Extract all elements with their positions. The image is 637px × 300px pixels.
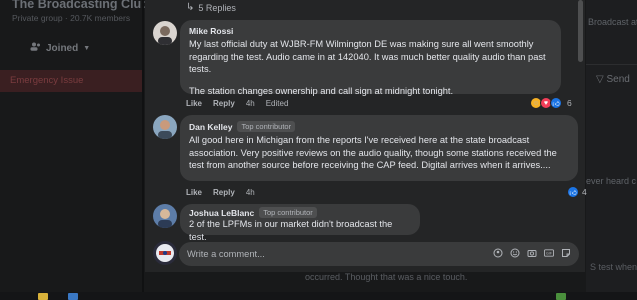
comment-text: All good here in Michigan from the repor… xyxy=(189,134,569,172)
avatar[interactable] xyxy=(153,204,177,228)
comment-bubble: Joshua LeBlanc Top contributor 2 of the … xyxy=(180,204,420,242)
comment-paragraph: My last official duty at WJBR-FM Wilming… xyxy=(189,39,546,74)
background-comment-text: ever heard c xyxy=(586,176,637,186)
comment-input[interactable]: Write a comment... GIF xyxy=(179,242,579,266)
comment-actions: Like Reply 4h Edited xyxy=(186,99,288,108)
reaction-summary[interactable]: ☺ ♥ 👍︎ 6 xyxy=(530,97,572,109)
comment-time[interactable]: 4h xyxy=(246,99,255,108)
divider xyxy=(586,64,637,65)
avatar[interactable] xyxy=(153,21,177,45)
reaction-count: 6 xyxy=(567,98,572,108)
comment-input-placeholder: Write a comment... xyxy=(187,249,265,259)
avatar-sticker-icon[interactable] xyxy=(493,248,503,258)
divider xyxy=(142,0,144,300)
taskbar xyxy=(0,292,637,300)
comment-bubble: Mike Rossi My last official duty at WJBR… xyxy=(180,20,561,97)
app-icon[interactable] xyxy=(556,293,566,300)
people-icon xyxy=(30,42,41,54)
reaction-summary[interactable]: 👍︎ 4 xyxy=(567,186,587,198)
send-label: Send xyxy=(606,74,630,85)
comment-paragraph: All good here in Michigan from the repor… xyxy=(189,135,557,170)
group-title[interactable]: The Broadcasting Club xyxy=(12,0,149,11)
background-comment-text: S test when xyxy=(590,262,637,272)
view-replies-link[interactable]: ↳ 5 Replies xyxy=(186,2,236,13)
joined-button[interactable]: Joined ▼ xyxy=(30,38,98,58)
svg-text:GIF: GIF xyxy=(546,252,553,256)
like-reaction-icon: 👍︎ xyxy=(550,97,562,109)
emergency-banner-text: Emergency Issue xyxy=(10,75,84,86)
reply-button[interactable]: Reply xyxy=(213,188,235,197)
edited-label: Edited xyxy=(265,99,289,108)
send-button[interactable]: ▽ Send xyxy=(596,74,630,85)
sticker-icon[interactable] xyxy=(561,248,571,258)
avatar[interactable] xyxy=(153,115,177,139)
comment-actions: Like Reply 4h xyxy=(186,188,255,197)
comment-text: 2 of the LPFMs in our market didn't broa… xyxy=(189,218,411,243)
camera-icon[interactable] xyxy=(527,248,537,258)
comment-author[interactable]: Mike Rossi xyxy=(189,26,233,36)
comment-author[interactable]: Dan Kelley xyxy=(189,122,232,132)
comment-composer: Write a comment... GIF xyxy=(153,241,580,269)
send-icon: ▽ xyxy=(596,74,604,85)
reply-button[interactable]: Reply xyxy=(213,99,235,108)
top-contributor-badge: Top contributor xyxy=(237,121,296,132)
top-contributor-badge: Top contributor xyxy=(259,207,317,218)
right-panel-text: Broadcast at xyxy=(588,17,637,27)
emoji-icon[interactable] xyxy=(510,248,520,258)
comment-bubble: Dan Kelley Top contributor All good here… xyxy=(180,115,578,181)
composer-icons: GIF xyxy=(493,248,571,258)
user-avatar[interactable] xyxy=(153,241,177,265)
comment-paragraph: The station changes ownership and call s… xyxy=(189,85,454,96)
app-icon[interactable] xyxy=(68,293,78,300)
comment-paragraph: 2 of the LPFMs in our market didn't broa… xyxy=(189,219,393,242)
replies-label: 5 Replies xyxy=(198,2,236,13)
reaction-count: 4 xyxy=(582,187,587,197)
right-panel xyxy=(586,0,637,300)
group-header: The Broadcasting Club Private group · 20… xyxy=(0,0,150,36)
screen: The Broadcasting Club Private group · 20… xyxy=(0,0,637,300)
app-icon[interactable] xyxy=(38,293,48,300)
gif-icon[interactable]: GIF xyxy=(544,248,554,258)
group-subtitle: Private group · 20.7K members xyxy=(12,13,131,23)
comment-time[interactable]: 4h xyxy=(246,188,255,197)
reply-arrow-icon: ↳ xyxy=(186,2,195,13)
comment-author[interactable]: Joshua LeBlanc xyxy=(189,208,254,218)
joined-label: Joined xyxy=(46,42,79,54)
background-comment-text: occurred. Thought that was a nice touch. xyxy=(305,272,468,282)
scrollbar[interactable] xyxy=(578,0,583,62)
like-reaction-icon: 👍︎ xyxy=(567,186,579,198)
like-button[interactable]: Like xyxy=(186,99,202,108)
comment-text: My last official duty at WJBR-FM Wilming… xyxy=(189,38,552,97)
like-button[interactable]: Like xyxy=(186,188,202,197)
chevron-down-icon: ▼ xyxy=(83,44,91,52)
